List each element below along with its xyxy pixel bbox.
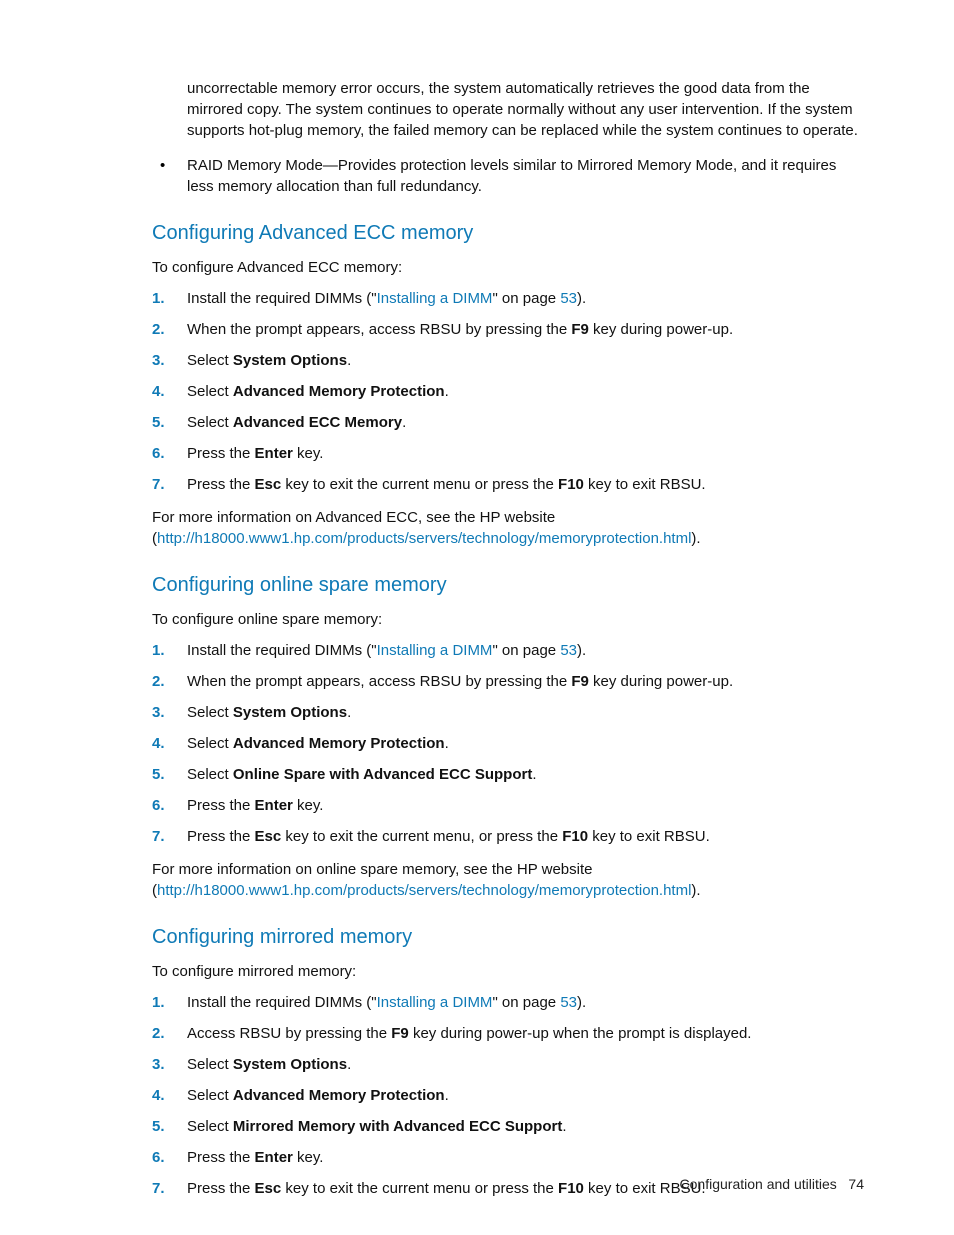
step-number: 1. (152, 288, 176, 309)
step-text: Install the required DIMMs ("Installing … (187, 994, 586, 1011)
step-text: Press the Esc key to exit the current me… (187, 476, 706, 493)
link-installing-dimm[interactable]: Installing a DIMM (377, 290, 493, 307)
step: 5. Select Advanced ECC Memory. (152, 412, 864, 433)
page-ref[interactable]: 53 (560, 290, 577, 307)
bullet-list: RAID Memory Mode—Provides protection lev… (152, 155, 864, 197)
step-text: When the prompt appears, access RBSU by … (187, 321, 733, 338)
step-text: Select System Options. (187, 352, 351, 369)
step-text: Select Advanced ECC Memory. (187, 414, 406, 431)
step-number: 5. (152, 1116, 176, 1137)
link-hp-memoryprotection[interactable]: http://h18000.www1.hp.com/products/serve… (157, 882, 691, 899)
link-hp-memoryprotection[interactable]: http://h18000.www1.hp.com/products/serve… (157, 530, 691, 547)
step-number: 5. (152, 412, 176, 433)
page-footer: Configuration and utilities 74 (680, 1175, 864, 1195)
step-text: Select Advanced Memory Protection. (187, 735, 449, 752)
step-number: 2. (152, 319, 176, 340)
step: 2. When the prompt appears, access RBSU b… (152, 319, 864, 340)
step-text: Select Advanced Memory Protection. (187, 383, 449, 400)
step: 6. Press the Enter key. (152, 795, 864, 816)
step-text: Select Online Spare with Advanced ECC Su… (187, 766, 537, 783)
step-number: 2. (152, 671, 176, 692)
step: 7. Press the Esc key to exit the current … (152, 826, 864, 847)
step-number: 3. (152, 702, 176, 723)
step: 3. Select System Options. (152, 702, 864, 723)
step-number: 4. (152, 381, 176, 402)
step-number: 6. (152, 1147, 176, 1168)
step: 1. Install the required DIMMs ("Installin… (152, 288, 864, 309)
step-number: 1. (152, 640, 176, 661)
step: 1. Install the required DIMMs ("Installin… (152, 640, 864, 661)
step-text: Install the required DIMMs ("Installing … (187, 290, 586, 307)
step: 2. When the prompt appears, access RBSU b… (152, 671, 864, 692)
step: 3. Select System Options. (152, 1054, 864, 1075)
step-text: Press the Esc key to exit the current me… (187, 828, 710, 845)
step-number: 4. (152, 733, 176, 754)
step: 1. Install the required DIMMs ("Installin… (152, 992, 864, 1013)
step-text: Select Advanced Memory Protection. (187, 1087, 449, 1104)
step: 5. Select Mirrored Memory with Advanced E… (152, 1116, 864, 1137)
step: 7. Press the Esc key to exit the current … (152, 474, 864, 495)
step: 4. Select Advanced Memory Protection. (152, 381, 864, 402)
intro-advanced-ecc: To configure Advanced ECC memory: (152, 257, 864, 278)
step-text: Press the Enter key. (187, 445, 323, 462)
step-text: Press the Enter key. (187, 797, 323, 814)
step: 2. Access RBSU by pressing the F9 key dur… (152, 1023, 864, 1044)
bullet-raid: RAID Memory Mode—Provides protection lev… (152, 155, 864, 197)
heading-online-spare: Configuring online spare memory (152, 571, 864, 599)
intro-mirrored: To configure mirrored memory: (152, 961, 864, 982)
link-installing-dimm[interactable]: Installing a DIMM (377, 994, 493, 1011)
top-paragraph: uncorrectable memory error occurs, the s… (187, 78, 864, 141)
step-number: 6. (152, 443, 176, 464)
link-installing-dimm[interactable]: Installing a DIMM (377, 642, 493, 659)
step: 4. Select Advanced Memory Protection. (152, 1085, 864, 1106)
step: 5. Select Online Spare with Advanced ECC … (152, 764, 864, 785)
step-number: 3. (152, 350, 176, 371)
steps-mirrored: 1. Install the required DIMMs ("Installin… (152, 992, 864, 1199)
more-info-advecc: For more information on Advanced ECC, se… (152, 507, 864, 549)
steps-online-spare: 1. Install the required DIMMs ("Installin… (152, 640, 864, 847)
step-text: Press the Esc key to exit the current me… (187, 1180, 706, 1197)
step: 4. Select Advanced Memory Protection. (152, 733, 864, 754)
step-text: Select System Options. (187, 704, 351, 721)
step-number: 7. (152, 826, 176, 847)
footer-section: Configuration and utilities (680, 1176, 837, 1192)
heading-mirrored: Configuring mirrored memory (152, 923, 864, 951)
step-number: 1. (152, 992, 176, 1013)
intro-online-spare: To configure online spare memory: (152, 609, 864, 630)
step-text: Select System Options. (187, 1056, 351, 1073)
step: 6. Press the Enter key. (152, 443, 864, 464)
step-number: 5. (152, 764, 176, 785)
step-number: 7. (152, 1178, 176, 1199)
page-content: uncorrectable memory error occurs, the s… (0, 0, 954, 1199)
page-ref[interactable]: 53 (560, 642, 577, 659)
step-text: Select Mirrored Memory with Advanced ECC… (187, 1118, 567, 1135)
step-number: 2. (152, 1023, 176, 1044)
step-text: Install the required DIMMs ("Installing … (187, 642, 586, 659)
more-info-spare: For more information on online spare mem… (152, 859, 864, 901)
step: 3. Select System Options. (152, 350, 864, 371)
step-text: Access RBSU by pressing the F9 key durin… (187, 1025, 751, 1042)
step-text: Press the Enter key. (187, 1149, 323, 1166)
step: 6. Press the Enter key. (152, 1147, 864, 1168)
step-number: 4. (152, 1085, 176, 1106)
footer-page: 74 (848, 1176, 864, 1192)
step-number: 6. (152, 795, 176, 816)
step-text: When the prompt appears, access RBSU by … (187, 673, 733, 690)
steps-advanced-ecc: 1. Install the required DIMMs ("Installin… (152, 288, 864, 495)
step-number: 3. (152, 1054, 176, 1075)
heading-advanced-ecc: Configuring Advanced ECC memory (152, 219, 864, 247)
step-number: 7. (152, 474, 176, 495)
page-ref[interactable]: 53 (560, 994, 577, 1011)
